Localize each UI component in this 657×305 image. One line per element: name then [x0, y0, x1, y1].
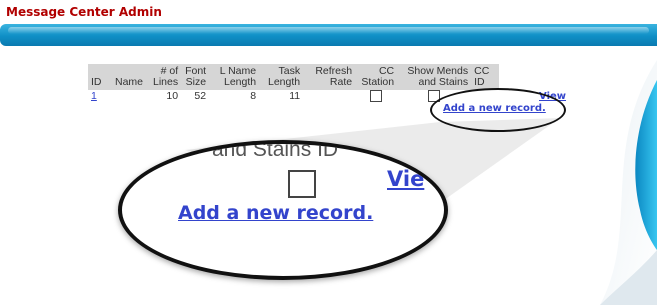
col-header-task-length[interactable]: Task Length [259, 64, 304, 90]
cell-cc-id [471, 90, 499, 102]
zoom-checkbox [288, 170, 316, 198]
col-header-name[interactable]: Name [112, 64, 150, 90]
table-header-row: ID Name # of Lines Font Size L Name Leng… [88, 64, 500, 90]
col-header-id[interactable]: ID [88, 64, 112, 90]
col-header-cc-station[interactable]: CC Station [355, 64, 398, 90]
header-bar [0, 24, 657, 46]
cell-refresh-rate [303, 90, 355, 102]
add-record-link[interactable]: Add a new record. [443, 103, 546, 114]
records-table: ID Name # of Lines Font Size L Name Leng… [88, 64, 500, 103]
col-header-cc-id[interactable]: CC ID [471, 64, 500, 90]
zoom-view-text: Vie [387, 167, 425, 191]
col-header-font-size[interactable]: Font Size [181, 64, 210, 90]
cc-station-checkbox[interactable] [370, 90, 383, 103]
zoom-header-text: and Stains ID [212, 140, 339, 161]
col-header-refresh-rate[interactable]: Refresh Rate [303, 64, 356, 90]
zoom-add-record-text: Add a new record. [178, 202, 374, 224]
magnifier-callout: and Stains ID Vie Add a new record. [118, 140, 448, 280]
col-header-l-name-length[interactable]: L Name Length [209, 64, 260, 90]
cell-lines: 10 [166, 90, 179, 103]
cell-task-length: 11 [289, 90, 301, 103]
view-record-link[interactable]: View [539, 91, 566, 102]
cell-font-size: 52 [194, 90, 207, 103]
col-header-show-mends[interactable]: Show Mends and Stains [397, 64, 472, 90]
col-header-lines[interactable]: # of Lines [150, 64, 182, 90]
cell-l-name-length: 8 [250, 90, 257, 103]
record-id-link[interactable]: 1 [91, 90, 97, 102]
show-mends-checkbox[interactable] [428, 90, 441, 103]
app-title: Message Center Admin [6, 5, 162, 19]
cell-name [112, 90, 150, 102]
table-row: 1 10 52 8 11 [88, 90, 499, 103]
